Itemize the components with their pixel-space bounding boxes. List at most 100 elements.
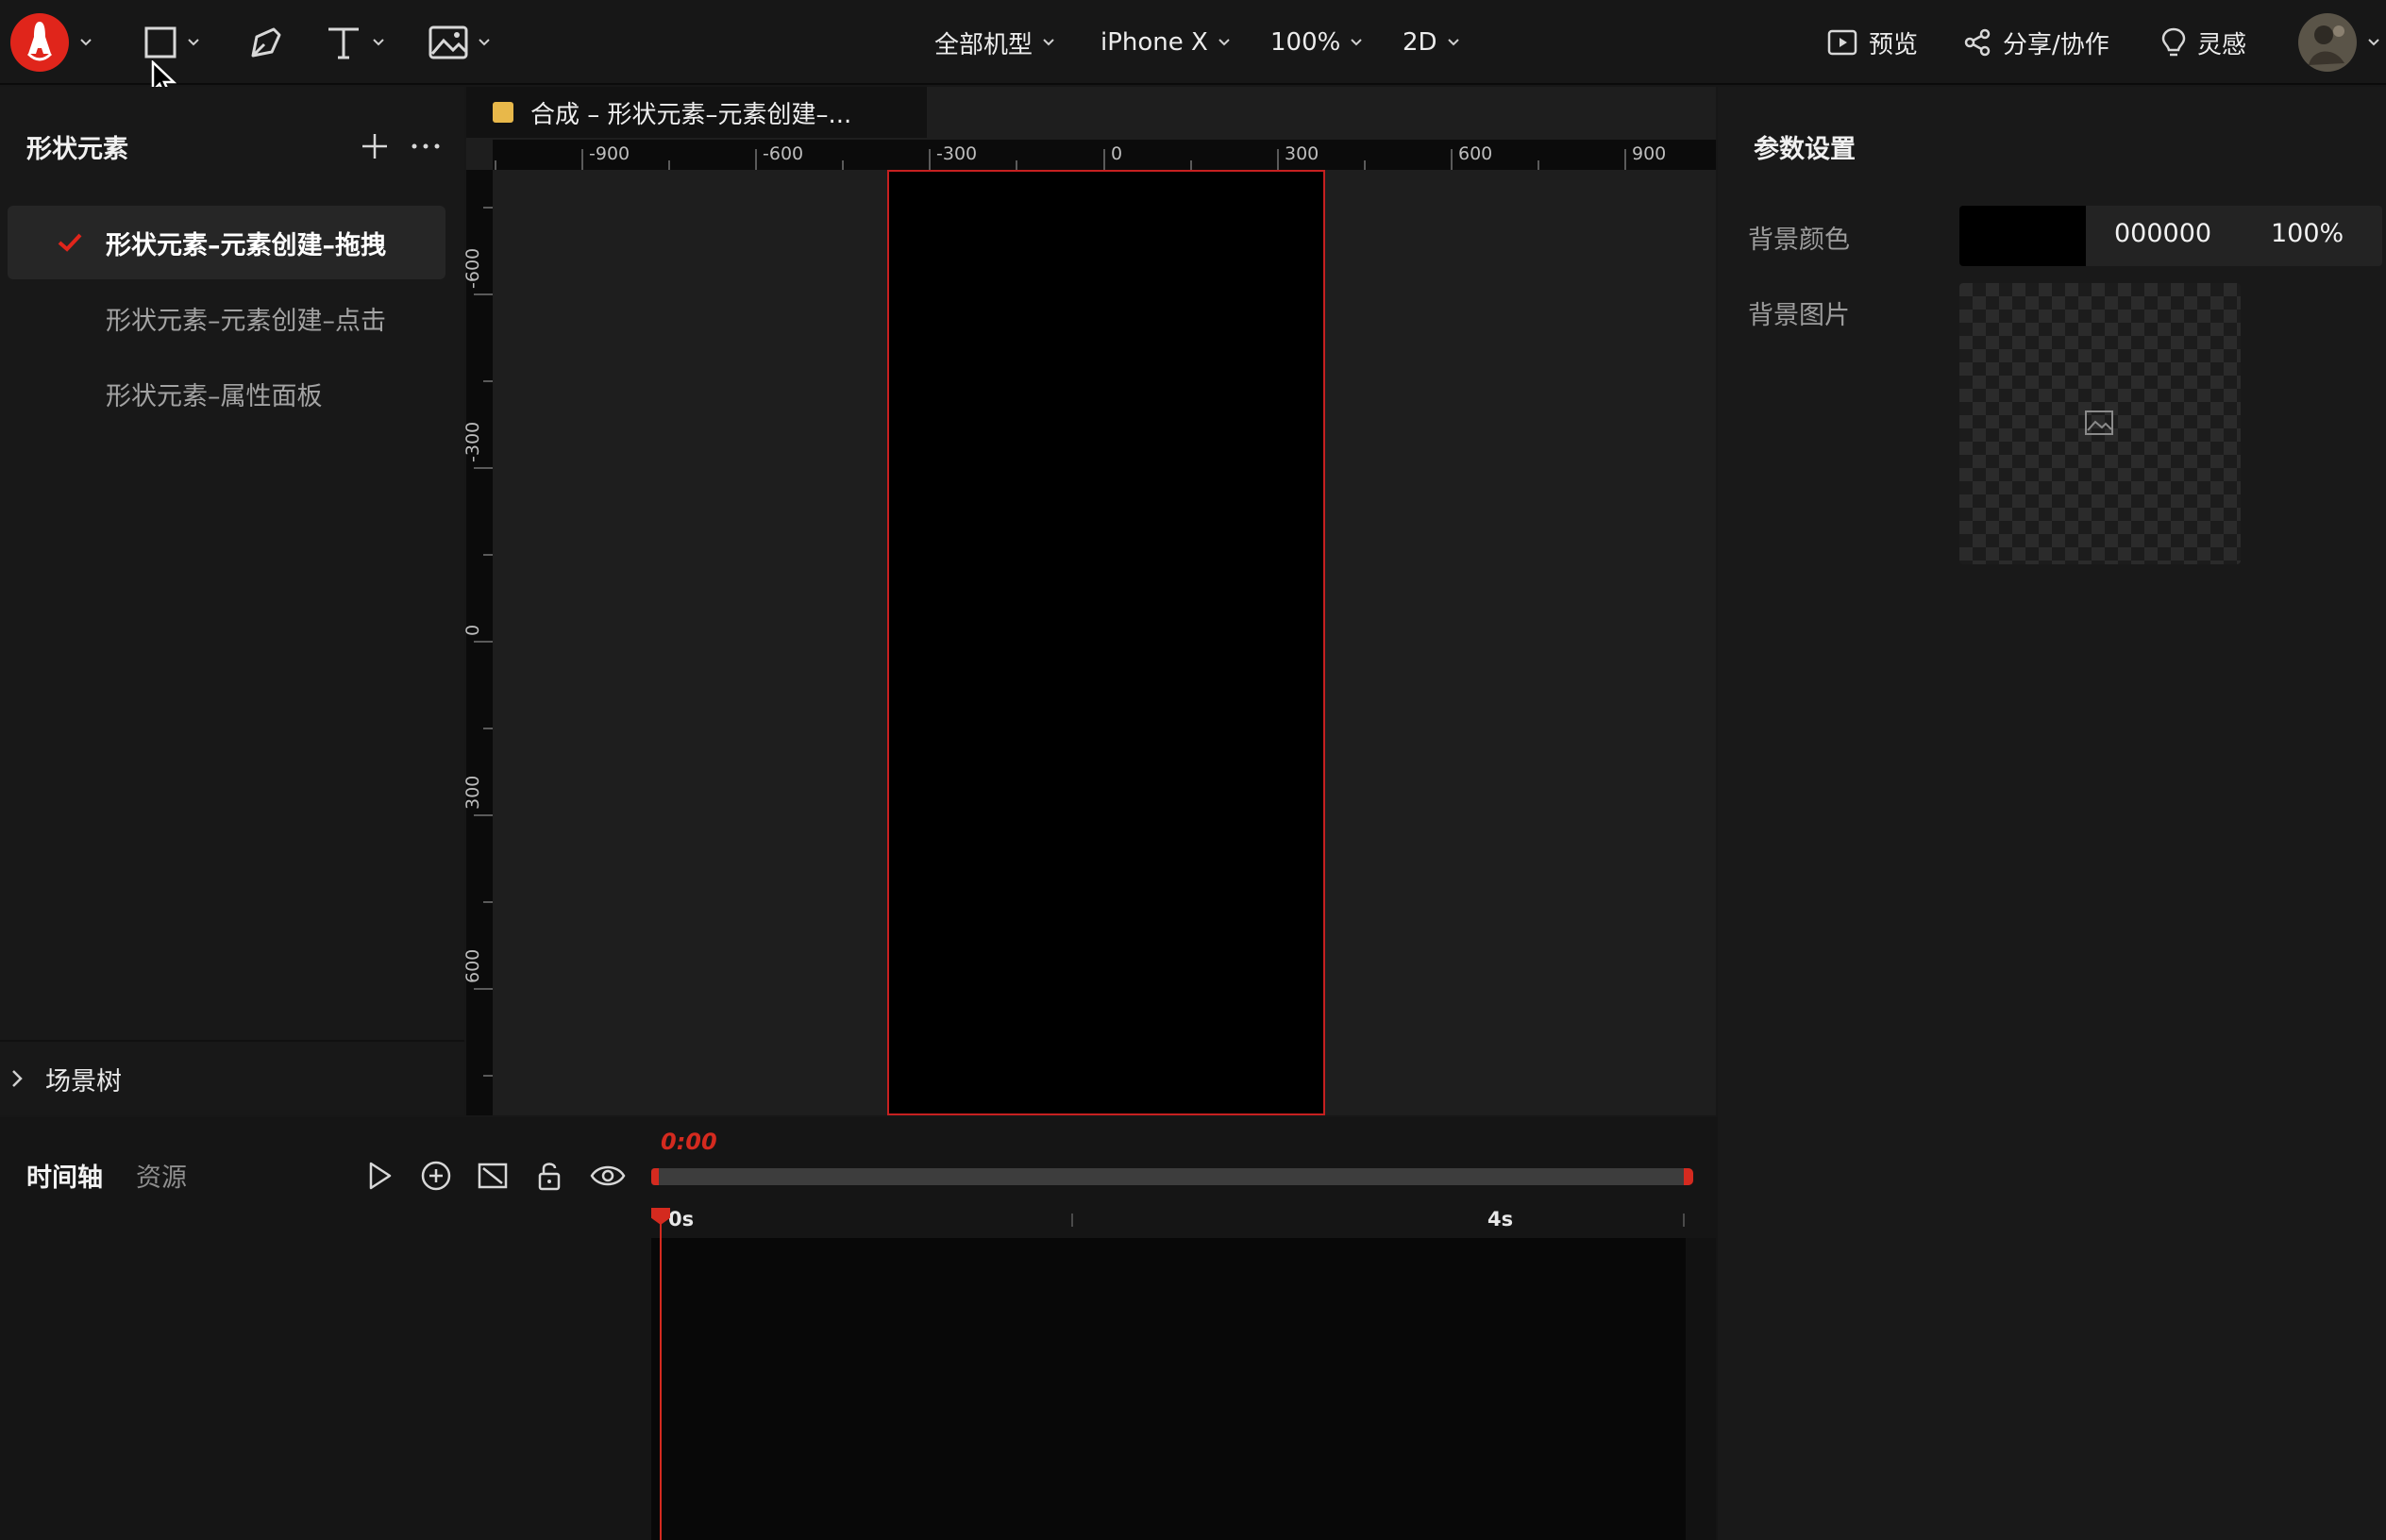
add-scene-button[interactable]	[361, 132, 389, 160]
scene-item-label: 形状元素–属性面板	[106, 381, 323, 411]
bg-color-swatch[interactable]	[1959, 206, 2086, 266]
text-icon	[328, 27, 359, 59]
chevron-down-icon	[1447, 39, 1459, 46]
model-filter-label: 全部机型	[934, 30, 1033, 59]
avatar	[2298, 13, 2357, 72]
plus-icon	[362, 134, 387, 159]
view-mode-dropdown[interactable]: 2D	[1403, 21, 1460, 64]
view-mode-label: 2D	[1403, 28, 1437, 57]
chevron-down-icon	[1351, 39, 1363, 46]
bg-image-upload[interactable]	[1959, 283, 2241, 564]
inspiration-button[interactable]: 灵感	[2161, 21, 2246, 64]
properties-panel-title: 参数设置	[1754, 135, 1856, 164]
chevron-down-icon	[2368, 39, 2379, 46]
lock-button[interactable]	[532, 1159, 566, 1193]
timeline-track-gutter	[1686, 1238, 1716, 1540]
image-tool[interactable]	[428, 13, 491, 72]
app-logo-menu[interactable]	[9, 13, 92, 72]
left-panel-title: 形状元素	[26, 135, 128, 164]
ruler-label: -900	[589, 143, 630, 164]
ruler-label: 300	[462, 775, 483, 810]
mask-button[interactable]	[476, 1159, 510, 1193]
tab-assets[interactable]: 资源	[136, 1157, 187, 1194]
artboard[interactable]	[887, 170, 1325, 1115]
bg-color-hex[interactable]: 000000	[2114, 219, 2211, 248]
ruler-label: 300	[1285, 143, 1319, 164]
image-icon	[428, 25, 468, 59]
play-button[interactable]	[362, 1159, 396, 1193]
scene-item-drag[interactable]: 形状元素–元素创建–拖拽	[8, 206, 445, 279]
ruler-label: 600	[1458, 143, 1493, 164]
timeline-track-area[interactable]	[651, 1238, 1686, 1540]
bg-opacity[interactable]: 100%	[2271, 219, 2344, 248]
ruler-label: -600	[462, 247, 483, 289]
visibility-button[interactable]	[589, 1159, 627, 1193]
device-label: iPhone X	[1101, 28, 1208, 57]
more-horizontal-icon	[412, 143, 440, 149]
user-avatar-menu[interactable]	[2297, 13, 2380, 72]
zoom-dropdown[interactable]: 100%	[1270, 21, 1363, 64]
vertical-ruler: -600 -300 0 300 600	[462, 170, 493, 1115]
eye-icon	[590, 1165, 626, 1186]
tab-timeline[interactable]: 时间轴	[26, 1157, 103, 1194]
ruler-label: 0	[1111, 143, 1123, 164]
time-ruler: 0s 4s	[651, 1204, 1716, 1236]
chevron-down-icon	[80, 39, 92, 46]
composition-tab[interactable]: 合成 – 形状元素–元素创建–...	[466, 87, 927, 138]
preview-label: 预览	[1869, 30, 1919, 59]
scene-item-label: 形状元素–元素创建–点击	[106, 306, 386, 336]
lightbulb-icon	[2161, 27, 2186, 57]
horizontal-ruler: -900 -600 -300 0 300 600 900	[493, 140, 1716, 170]
ruler-label: -600	[763, 143, 804, 164]
scene-item-click[interactable]: 形状元素–元素创建–点击	[8, 281, 445, 355]
ruler-label: -300	[462, 421, 483, 462]
ruler-label: 600	[462, 948, 483, 983]
time-ruler-ticks	[1071, 1214, 1685, 1227]
image-placeholder-icon	[2085, 410, 2113, 435]
playhead-line[interactable]	[660, 1208, 662, 1540]
device-dropdown[interactable]: iPhone X	[1101, 21, 1231, 64]
time-tick-label: 0s	[668, 1208, 695, 1230]
chevron-down-icon	[373, 39, 384, 46]
chevron-down-icon	[188, 39, 199, 46]
zoom-label: 100%	[1270, 28, 1341, 57]
chevron-down-icon	[479, 39, 490, 46]
ruler-label: 0	[462, 624, 483, 636]
share-label: 分享/协作	[2003, 30, 2109, 59]
ruler-label: -300	[936, 143, 978, 164]
bg-image-label: 背景图片	[1748, 301, 1850, 330]
text-tool[interactable]	[325, 13, 385, 72]
pen-tool[interactable]	[247, 13, 285, 72]
current-time-readout: 0:00	[661, 1129, 717, 1155]
check-icon	[58, 233, 82, 252]
play-screen-icon	[1827, 29, 1857, 56]
scene-tree-toggle[interactable]: 场景树	[0, 1040, 464, 1115]
add-circle-icon	[421, 1161, 451, 1191]
composition-tab-title: 合成 – 形状元素–元素创建–...	[530, 100, 852, 129]
scene-item-properties[interactable]: 形状元素–属性面板	[8, 357, 445, 430]
model-filter-dropdown[interactable]: 全部机型	[934, 21, 1055, 64]
time-tick-label: 4s	[1487, 1208, 1514, 1230]
tab-color-swatch	[493, 102, 513, 123]
pen-icon	[251, 27, 281, 58]
chevron-down-icon	[1218, 39, 1230, 46]
rectangle-icon	[144, 26, 176, 59]
more-options-button[interactable]	[410, 132, 442, 160]
inspiration-label: 灵感	[2197, 30, 2247, 59]
scrubber-start-handle[interactable]	[651, 1168, 659, 1185]
timeline-scrubber[interactable]	[651, 1168, 1691, 1185]
scene-item-label: 形状元素–元素创建–拖拽	[106, 230, 386, 260]
chevron-down-icon	[1043, 39, 1054, 46]
scene-tree-label: 场景树	[45, 1066, 122, 1096]
share-button[interactable]: 分享/协作	[1963, 21, 2109, 64]
bg-color-label: 背景颜色	[1748, 226, 1850, 255]
add-keyframe-button[interactable]	[419, 1159, 453, 1193]
chevron-right-icon	[12, 1070, 23, 1087]
mask-icon	[478, 1163, 508, 1189]
app-logo-icon	[10, 13, 69, 72]
share-icon	[1964, 28, 1991, 57]
preview-button[interactable]: 预览	[1827, 21, 1918, 64]
scrubber-end-handle[interactable]	[1684, 1168, 1693, 1185]
play-icon	[369, 1162, 392, 1190]
horizontal-ruler-ticks	[495, 149, 1626, 170]
